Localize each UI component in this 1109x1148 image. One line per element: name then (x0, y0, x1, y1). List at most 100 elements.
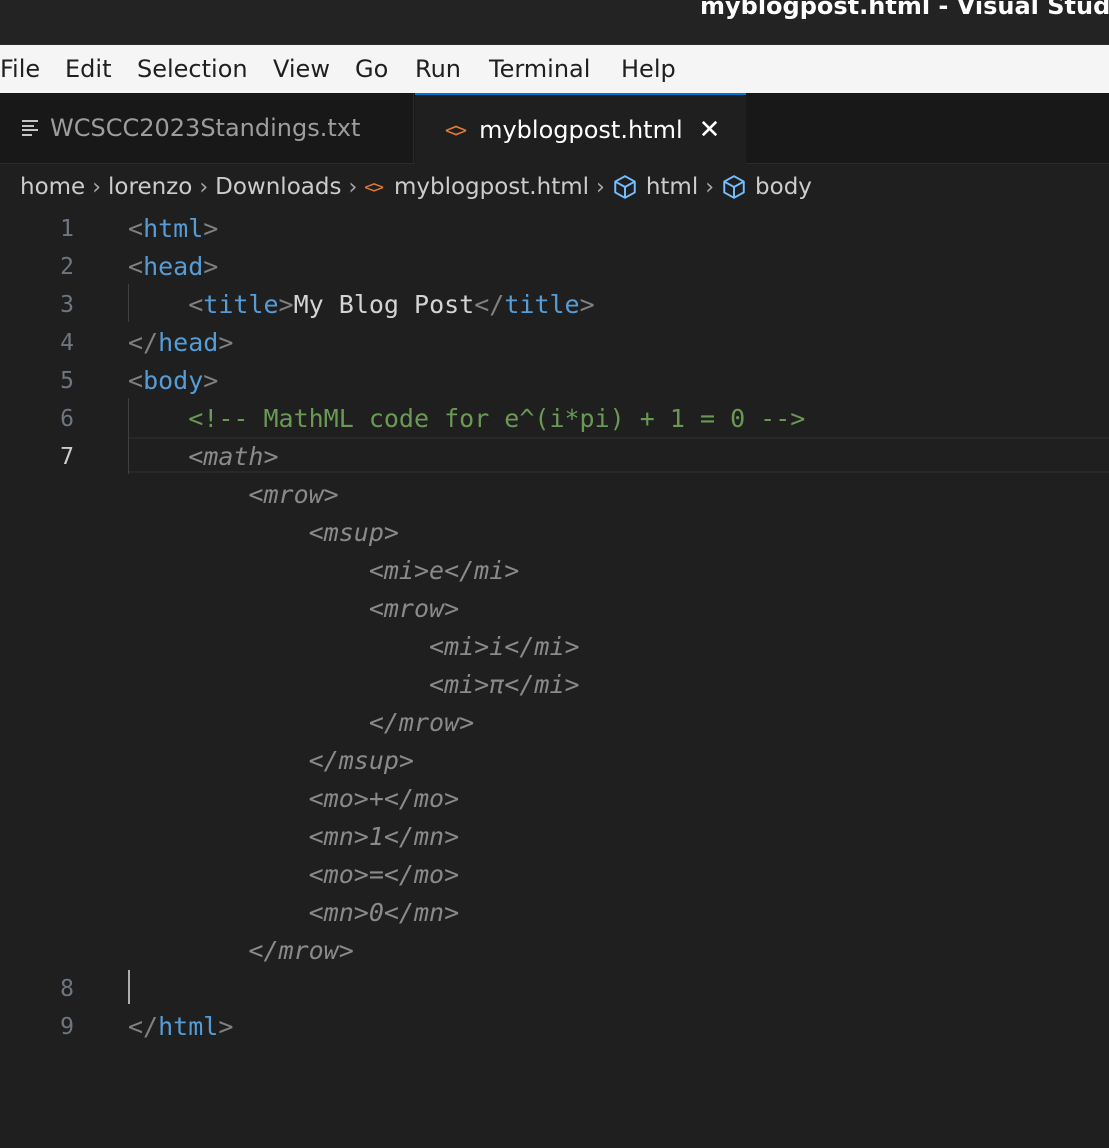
window-title: myblogpost.html - Visual Studio (700, 0, 1109, 20)
ghost-suggestion-line: </mrow> (128, 932, 354, 970)
punctuation: < (128, 366, 144, 395)
breadcrumb-lorenzo[interactable]: lorenzo (108, 174, 192, 200)
punctuation: > (203, 366, 219, 395)
ghost-suggestion-line: <msup> (128, 514, 399, 552)
code-file-icon: <> (445, 117, 467, 142)
ghost-text: </mrow> (248, 936, 354, 965)
ghost-text: <mrow> (248, 480, 339, 509)
punctuation: > (218, 1012, 234, 1041)
code-line-9: </html> (128, 1008, 233, 1046)
ghost-suggestion-line: <math> (128, 438, 279, 476)
punctuation: > (579, 290, 595, 319)
menu-go[interactable]: Go (355, 55, 415, 83)
ghost-text: <mn>1</mn> (308, 822, 460, 851)
tab-bar: WCSCC2023Standings.txt <> myblogpost.htm… (0, 93, 1109, 164)
ghost-text: <mo>=</mo> (308, 860, 460, 889)
code-line-5: <body> (128, 362, 218, 400)
ghost-suggestion-line: <mn>1</mn> (128, 818, 460, 856)
breadcrumb-file[interactable]: myblogpost.html (394, 174, 589, 200)
line-number-current: 7 (60, 444, 74, 470)
ghost-text: <mn>0</mn> (308, 898, 460, 927)
ghost-text: <mi>i</mi> (429, 632, 580, 661)
breadcrumb-downloads[interactable]: Downloads (215, 174, 341, 200)
menu-terminal[interactable]: Terminal (489, 55, 621, 83)
title-bar: myblogpost.html - Visual Studio (0, 0, 1109, 45)
line-number: 4 (60, 330, 74, 356)
ghost-suggestion-line: <mi>π</mi> (128, 666, 580, 704)
punctuation: </ (128, 328, 159, 357)
menu-edit[interactable]: Edit (65, 55, 137, 83)
tag-name: title (203, 290, 279, 319)
breadcrumb-html[interactable]: html (646, 174, 698, 200)
punctuation: < (188, 290, 204, 319)
cube-icon (614, 175, 636, 199)
punctuation: </ (474, 290, 505, 319)
punctuation: > (203, 214, 219, 243)
line-number: 3 (60, 292, 74, 318)
line-number: 6 (60, 406, 74, 432)
text-cursor (128, 970, 130, 1004)
tag-name: head (143, 252, 204, 281)
text-file-icon (22, 120, 38, 136)
punctuation: </ (128, 1012, 159, 1041)
menu-run[interactable]: Run (415, 55, 489, 83)
breadcrumb-body[interactable]: body (755, 174, 812, 200)
tab-label: myblogpost.html (479, 115, 683, 144)
punctuation: < (128, 252, 144, 281)
ghost-text: <mi>π</mi> (429, 670, 580, 699)
ghost-text: <math> (188, 442, 279, 471)
menu-help[interactable]: Help (621, 55, 691, 83)
breadcrumb-home[interactable]: home (20, 174, 85, 200)
code-line-4: </head> (128, 324, 233, 362)
ghost-text: <msup> (308, 518, 399, 547)
ghost-suggestion-line: <mi>e</mi> (128, 552, 520, 590)
code-file-icon: <> (364, 176, 384, 198)
cube-icon (723, 175, 745, 199)
ghost-suggestion-line: </mrow> (128, 704, 474, 742)
line-number: 1 (60, 216, 74, 242)
line-number: 5 (60, 368, 74, 394)
ghost-text: <mrow> (368, 594, 460, 623)
menu-view[interactable]: View (273, 55, 355, 83)
tag-name: html (158, 1012, 219, 1041)
tab-label: WCSCC2023Standings.txt (50, 114, 361, 142)
menu-bar: File Edit Selection View Go Run Terminal… (0, 45, 1109, 93)
code-comment: <!-- MathML code for e^(i*pi) + 1 = 0 --… (188, 404, 806, 433)
chevron-right-icon: › (348, 174, 358, 200)
chevron-right-icon: › (199, 174, 209, 200)
chevron-right-icon: › (92, 174, 102, 200)
tag-name: body (143, 366, 204, 395)
punctuation: < (128, 214, 144, 243)
tag-name: title (504, 290, 580, 319)
tab-myblogpost[interactable]: <> myblogpost.html ✕ (415, 93, 746, 164)
ghost-suggestion-line: <mi>i</mi> (128, 628, 580, 666)
ghost-suggestion-line: <mrow> (128, 590, 459, 628)
line-number: 2 (60, 254, 74, 280)
punctuation: > (278, 290, 294, 319)
tag-name: html (143, 214, 204, 243)
ghost-suggestion-line: <mn>0</mn> (128, 894, 460, 932)
ghost-suggestion-line: <mo>=</mo> (128, 856, 460, 894)
ghost-text: </mrow> (368, 708, 475, 737)
close-icon[interactable]: ✕ (699, 117, 721, 143)
text-content: My Blog Post (293, 290, 475, 319)
tag-name: head (158, 328, 219, 357)
ghost-suggestion-line: <mrow> (128, 476, 339, 514)
ghost-text: </msup> (308, 746, 414, 775)
code-editor[interactable]: 1 2 3 4 5 6 7 8 9 <html> <head> <title>M… (0, 210, 1109, 1148)
ghost-suggestion-line: </msup> (128, 742, 414, 780)
line-number: 8 (60, 976, 74, 1002)
punctuation: > (218, 328, 234, 357)
menu-selection[interactable]: Selection (137, 55, 273, 83)
ghost-suggestion-line: <mo>+</mo> (128, 780, 460, 818)
code-line-6: <!-- MathML code for e^(i*pi) + 1 = 0 --… (128, 400, 805, 438)
line-number: 9 (60, 1014, 74, 1040)
menu-file[interactable]: File (0, 55, 65, 83)
chevron-right-icon: › (596, 174, 605, 200)
tab-wcscc2023standings[interactable]: WCSCC2023Standings.txt (0, 93, 414, 163)
code-line-2: <head> (128, 248, 218, 286)
breadcrumb: home › lorenzo › Downloads › <> myblogpo… (0, 164, 1109, 210)
ghost-text: <mi>e</mi> (368, 556, 520, 585)
code-line-1: <html> (128, 210, 218, 248)
code-line-3: <title>My Blog Post</title> (128, 286, 595, 324)
